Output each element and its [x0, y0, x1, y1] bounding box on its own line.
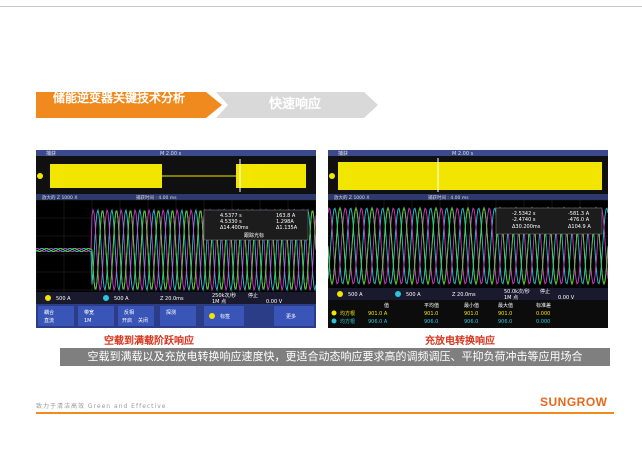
- scope-left-display: 捕获 M 2.00 s 放大的 Z 1000 X 捕获时间 : 4.00 ms …: [36, 150, 316, 328]
- ch2-scale: 500 A: [406, 292, 421, 298]
- table-cell: 906.0 A: [368, 319, 388, 325]
- coupling-label: 耦合: [44, 309, 54, 316]
- table-cell: 906.0: [464, 319, 478, 325]
- cursor-note: 跟踪光标: [244, 232, 264, 239]
- scope-menu-capture: 捕获: [338, 150, 348, 157]
- table-row-label: 均方根: [340, 318, 355, 325]
- bandwidth-label: 带宽: [84, 309, 94, 316]
- table-header: 值: [384, 302, 389, 309]
- table-cell: 901.0: [464, 311, 478, 317]
- overview-trace-a: [50, 164, 162, 188]
- label-button-text: 标签: [220, 313, 230, 320]
- cursor-v2: -476.0 A: [568, 217, 590, 223]
- section-title: 储能逆变器关键技术分析: [52, 91, 185, 105]
- caption-left: 空载到满载阶跃响应: [104, 336, 194, 347]
- ch1-scale: 500 A: [56, 296, 71, 302]
- top-divider: [0, 6, 642, 7]
- sungrow-logo: SUNGROW: [540, 395, 608, 409]
- caption-right: 充放电转换响应: [425, 336, 495, 347]
- ch2-badge[interactable]: [103, 295, 109, 301]
- scope-right-display: 捕获 M 2.00 s 放大的 Z 1000 X 捕获时间 : 4.00 ms …: [328, 150, 608, 328]
- cursor-dv: Δ104.9 A: [568, 224, 591, 230]
- table-cell: 906.0: [498, 319, 512, 325]
- ch1-marker-overview: [37, 173, 43, 179]
- cursor-dt: Δ30.200ms: [512, 224, 541, 230]
- table-cell: 901.0: [424, 311, 438, 317]
- table-cell: 901.0 A: [368, 311, 388, 317]
- probe-label: 探测: [166, 309, 176, 316]
- ch2-badge[interactable]: [395, 291, 401, 297]
- cursor-dt: Δ14.400ms: [220, 225, 249, 231]
- label-ch-icon: [209, 313, 215, 319]
- oscilloscope-screenshot-right: 捕获 M 2.00 s 放大的 Z 1000 X 捕获时间 : 4.00 ms …: [328, 150, 608, 328]
- sample-rate: 250k次/秒: [212, 292, 236, 299]
- overview-trace: [338, 162, 602, 190]
- timebase: Z 20.0ms: [452, 292, 476, 298]
- cursor-t2: -2.4740 s: [512, 217, 536, 223]
- table-header: 最小值: [464, 302, 479, 309]
- bandwidth-value: 1M: [84, 318, 92, 324]
- acq-status: 停止: [248, 292, 258, 299]
- more-button-text: 更多: [286, 313, 296, 320]
- ch1-badge[interactable]: [45, 295, 51, 301]
- coupling-value: 直流: [44, 317, 54, 324]
- oscilloscope-screenshot-left: 捕获 M 2.00 s 放大的 Z 1000 X 捕获时间 : 4.00 ms …: [36, 150, 316, 328]
- table-header: 平均值: [424, 302, 439, 309]
- description-bar: 空载到满载以及充放电转换响应速度快，更适合动态响应要求高的调频调压、平抑负荷冲击…: [60, 348, 610, 366]
- table-cell: 901.0: [498, 311, 512, 317]
- row-ch1-icon: [331, 310, 337, 316]
- ch1-scale: 500 A: [348, 292, 363, 298]
- timebase: Z 20.0ms: [160, 296, 184, 302]
- subsection-title: 快速响应: [268, 97, 321, 112]
- invert-label: 反相: [124, 309, 134, 316]
- probe-button[interactable]: [160, 306, 196, 326]
- footer-slogan: 致力于清洁高效 Green and Effective: [36, 403, 167, 410]
- invert-off: 关闭: [138, 317, 148, 324]
- scope-menu-capture: 捕获: [46, 150, 56, 157]
- table-cell: 0.000: [536, 311, 550, 317]
- overview-trace-b: [236, 164, 306, 188]
- footer-divider: [36, 412, 614, 414]
- table-cell: 906.0: [424, 319, 438, 325]
- row-ch2-icon: [331, 318, 337, 324]
- table-row-label: 均方根: [340, 310, 355, 317]
- table-cell: 0.000: [536, 319, 550, 325]
- acq-status: 停止: [540, 288, 550, 295]
- ch1-marker-overview: [329, 173, 335, 179]
- ch1-badge[interactable]: [337, 291, 343, 297]
- sample-rate: 50.0k次/秒: [504, 288, 530, 295]
- cursor-dv: Δ1.135A: [276, 225, 298, 231]
- table-header: 最大值: [498, 302, 513, 309]
- invert-on: 开启: [122, 317, 132, 324]
- table-header: 标准差: [536, 302, 551, 309]
- ch2-scale: 500 A: [114, 296, 129, 302]
